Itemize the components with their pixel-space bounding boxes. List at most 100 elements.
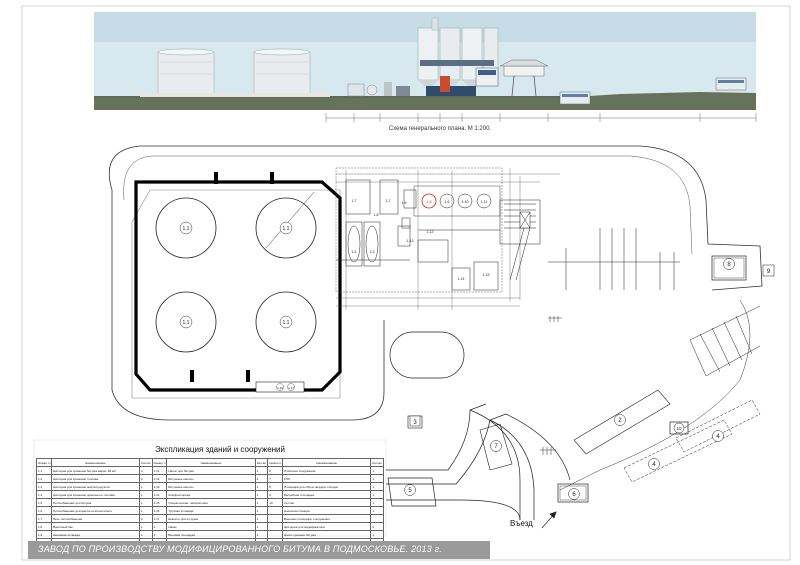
header-cell: Наименование bbox=[50, 458, 141, 467]
table-cell: 1 bbox=[139, 498, 153, 507]
table-cell: 1 bbox=[370, 466, 384, 475]
svg-text:1.1: 1.1 bbox=[183, 320, 190, 326]
table-cell: Очистные сооружения bbox=[281, 466, 372, 475]
tank-label-4: 1.1 bbox=[279, 315, 293, 329]
svg-text:1.10: 1.10 bbox=[462, 200, 469, 204]
table-cell: Емкость для отгрузки bbox=[166, 514, 256, 523]
table-cell: 1 bbox=[370, 506, 384, 515]
table-cell: 1.9 bbox=[36, 530, 52, 539]
header-cell: Номер п./п. bbox=[267, 458, 283, 467]
elevation-dimension-line bbox=[325, 113, 757, 122]
table-row: 1.5 Теплообменник для битума 1 1.15 Оператор… bbox=[36, 498, 384, 507]
table-cell bbox=[267, 530, 283, 539]
svg-text:1.14: 1.14 bbox=[458, 277, 465, 281]
svg-text:1.1: 1.1 bbox=[283, 226, 290, 232]
svg-text:1.1: 1.1 bbox=[283, 320, 290, 326]
table-cell: 2 bbox=[139, 474, 153, 483]
header-cell: Номер п./п. bbox=[151, 458, 168, 467]
svg-text:1.5: 1.5 bbox=[427, 200, 432, 204]
plan-caption: Схема генерального плана. М 1:200. bbox=[388, 126, 492, 132]
table-cell: 1 bbox=[139, 530, 153, 539]
table-cell: 1.8 bbox=[36, 522, 52, 531]
explication-header-row: Номер п./п. Наименование Кол-во Номер п.… bbox=[36, 458, 384, 467]
table-cell: 7 bbox=[267, 474, 283, 483]
entry-label: Въезд bbox=[510, 519, 533, 528]
table-cell: 1 bbox=[254, 498, 269, 507]
table-cell: 1.7 bbox=[36, 514, 52, 523]
table-cell bbox=[267, 514, 283, 523]
svg-text:1.16: 1.16 bbox=[277, 386, 283, 390]
table-cell: 1 bbox=[370, 490, 384, 499]
zone-markers: 3 2 4 4 5 6 7 8 9 10 bbox=[404, 258, 775, 500]
table-row: 1.1 Цистерна для хранения битума марки, 8… bbox=[36, 466, 384, 475]
table-cell: 1.16 bbox=[151, 506, 168, 515]
zone-marker-6: 6 bbox=[568, 488, 580, 500]
elevation-tank-2 bbox=[253, 48, 311, 95]
process-area bbox=[335, 167, 503, 293]
table-cell: 1.4 bbox=[36, 490, 52, 499]
tank-label-1: 1.1 bbox=[179, 221, 193, 235]
table-cell: Насос приемки битума bbox=[281, 530, 372, 539]
table-cell: 1 bbox=[139, 522, 153, 531]
table-cell: Наливная эстакада bbox=[50, 530, 141, 539]
table-cell: 1 bbox=[254, 506, 269, 515]
table-cell: 1.17 bbox=[151, 514, 168, 523]
svg-text:1.9: 1.9 bbox=[402, 201, 407, 205]
table-cell bbox=[267, 506, 283, 515]
unit-block-1 bbox=[345, 179, 371, 215]
table-cell: Навес bbox=[166, 522, 256, 531]
table-row: 1.3 Цистерна для хранения нефтепродуктов 1… bbox=[36, 482, 384, 491]
explication-title: Экспликация зданий и сооружений bbox=[154, 445, 285, 454]
table-row: 1.7 Печь теплообменная 2 1.17 Емкость для от… bbox=[36, 514, 384, 523]
table-cell: Площадка для сбора твердых отходов bbox=[281, 482, 372, 491]
table-cell: 1 bbox=[254, 514, 269, 523]
zone-marker-2: 2 bbox=[614, 414, 626, 426]
zone-marker-4a: 4 bbox=[648, 458, 660, 470]
table-row: 1.8 Масляный бак 1 2 Навес 1 Цистерна для моди… bbox=[36, 522, 384, 531]
zone-marker-8: 8 bbox=[723, 258, 735, 270]
table-row: 1.6 Теплообменник для масла-теплоносителя… bbox=[36, 506, 384, 515]
turning-oval bbox=[389, 331, 465, 379]
svg-text:1.8: 1.8 bbox=[374, 213, 379, 217]
table-cell: 1 bbox=[254, 530, 269, 539]
svg-text:1.11: 1.11 bbox=[481, 200, 488, 204]
table-cell: 1.6 bbox=[36, 506, 52, 515]
zone-marker-9: 9 bbox=[762, 264, 775, 277]
table-cell: 2 bbox=[254, 474, 269, 483]
table-cell: Септик bbox=[281, 498, 372, 507]
zone-marker-5: 5 bbox=[404, 484, 416, 496]
zone-marker-1: 3 bbox=[409, 415, 421, 427]
table-cell: Насос для битума bbox=[166, 466, 256, 475]
road-stripes bbox=[548, 228, 680, 290]
table-cell: 2 bbox=[151, 522, 168, 531]
svg-text:1.1: 1.1 bbox=[183, 226, 190, 232]
zone-marker-10: 10 bbox=[673, 422, 685, 434]
table-cell: 1.15 bbox=[151, 498, 168, 507]
parking-area bbox=[559, 299, 761, 491]
zone-marker-7: 7 bbox=[490, 440, 502, 452]
table-cell: Компрессорная bbox=[166, 490, 256, 499]
table-cell: 1 bbox=[254, 482, 269, 491]
table-cell: Трубная эстакада bbox=[166, 506, 256, 515]
svg-text:1.13: 1.13 bbox=[407, 239, 414, 243]
table-cell: 10 bbox=[267, 498, 283, 507]
table-cell: 1.14 bbox=[151, 490, 168, 499]
svg-text:1.3: 1.3 bbox=[370, 250, 375, 254]
table-cell: 1 bbox=[254, 490, 269, 499]
elevation-booth bbox=[559, 91, 591, 105]
svg-text:1.12: 1.12 bbox=[427, 230, 434, 234]
table-cell: 1 bbox=[139, 490, 153, 499]
zone-marker-4b: 4 bbox=[712, 430, 724, 442]
table-cell: 1 bbox=[370, 530, 384, 539]
grid-marks bbox=[540, 316, 562, 455]
table-cell: 1.1 bbox=[36, 466, 52, 475]
table-cell: 1.12 bbox=[151, 474, 168, 483]
table-cell: КПП bbox=[281, 474, 372, 483]
table-cell: 1 bbox=[254, 522, 269, 531]
svg-text:1.17: 1.17 bbox=[288, 386, 294, 390]
title-bar: ЗАВОД ПО ПРОИЗВОДСТВУ МОДИФИЦИРОВАННОГО … bbox=[28, 541, 490, 559]
header-cell: Кол-во bbox=[139, 458, 153, 467]
table-cell: Цистерна для хранения дизельного топлива bbox=[50, 490, 141, 499]
table-cell: 1.2 bbox=[36, 474, 52, 483]
table-cell: Цистерна для модификатора bbox=[281, 522, 372, 531]
